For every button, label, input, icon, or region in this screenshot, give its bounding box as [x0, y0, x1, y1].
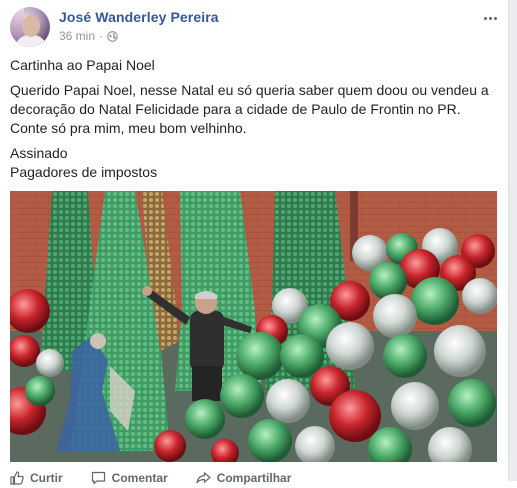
share-button[interactable]: Compartilhar: [196, 468, 292, 488]
comment-icon: [91, 471, 105, 485]
share-label: Compartilhar: [216, 471, 292, 485]
more-options-icon[interactable]: [484, 10, 500, 21]
post-body: Querido Papai Noel, nesse Natal eu só qu…: [10, 82, 489, 136]
post-meta: 36 min ·: [59, 29, 118, 43]
globe-icon[interactable]: [107, 30, 118, 42]
post-timestamp[interactable]: 36 min: [59, 29, 95, 43]
post-actions: Curtir Comentar Compartilhar: [10, 468, 497, 488]
signature-line-2: Pagadores de impostos: [10, 164, 158, 180]
share-icon: [196, 471, 211, 484]
author-name-link[interactable]: José Wanderley Pereira: [59, 9, 219, 25]
post-photo[interactable]: [10, 191, 497, 462]
comment-button[interactable]: Comentar: [91, 468, 168, 488]
signature-line-1: Assinado: [10, 145, 68, 161]
feed-scroll-edge: [508, 0, 517, 481]
post-text: Cartinha ao Papai Noel Querido Papai Noe…: [10, 56, 500, 182]
like-button[interactable]: Curtir: [10, 468, 63, 488]
facebook-post: José Wanderley Pereira 36 min · Cartinha…: [0, 0, 517, 485]
meta-separator: ·: [99, 29, 104, 43]
comment-label: Comentar: [111, 471, 168, 485]
post-title: Cartinha ao Papai Noel: [10, 57, 155, 73]
like-label: Curtir: [30, 471, 63, 485]
author-avatar[interactable]: [10, 7, 50, 47]
avatar-face: [22, 15, 40, 37]
thumbs-up-icon: [10, 471, 24, 485]
christmas-decoration-photo: [10, 191, 497, 462]
